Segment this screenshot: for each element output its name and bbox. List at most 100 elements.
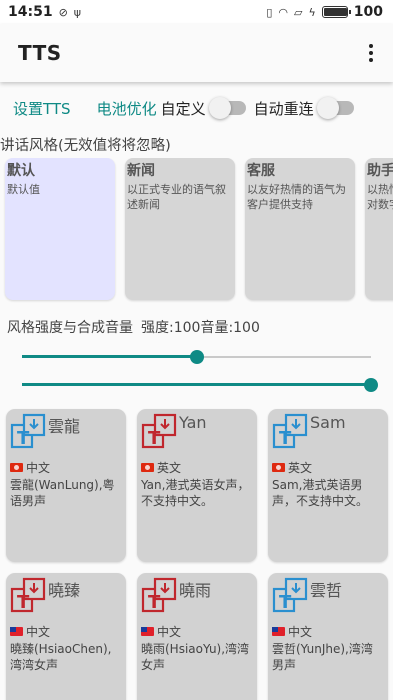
tts-voice-icon: T xyxy=(10,577,46,615)
voice-language: 英文 xyxy=(141,459,253,476)
voice-language: 中文 xyxy=(10,623,122,640)
tts-voice-icon: T xyxy=(141,413,177,451)
voice-language-label: 中文 xyxy=(26,625,51,639)
auto-reconnect-toggle[interactable] xyxy=(316,97,354,119)
style-section-label: 讲话风格(无效值将将忽略) xyxy=(0,138,171,154)
voice-card[interactable]: T 雲哲 中文 雲哲(YunJhe),湾湾男声 xyxy=(268,573,388,700)
strength-label: 风格强度与合成音量 xyxy=(7,320,133,336)
voice-description: Yan,港式英语女声，不支持中文。 xyxy=(141,478,250,508)
vibrate-icon: ▯ xyxy=(266,5,273,19)
style-strength-slider[interactable] xyxy=(22,343,371,371)
volume-slider[interactable] xyxy=(22,371,378,399)
sim-icon: ▱ xyxy=(294,5,303,19)
voice-name: 曉臻 xyxy=(48,581,81,600)
svg-text:T: T xyxy=(17,428,30,449)
overflow-menu-icon[interactable] xyxy=(367,38,375,68)
hong-kong-flag-icon xyxy=(141,463,154,472)
voice-card-header: T Sam xyxy=(272,413,384,455)
style-name: 新闻 xyxy=(127,163,155,179)
voice-language-label: 英文 xyxy=(157,461,182,475)
voice-description: 曉雨(HsiaoYu),湾湾女声 xyxy=(141,642,250,672)
tts-voice-icon: T xyxy=(141,577,177,615)
svg-text:T: T xyxy=(279,592,292,613)
voice-description: 曉臻(HsiaoChen),湾湾女声 xyxy=(10,642,112,672)
hong-kong-flag-icon xyxy=(10,463,23,472)
voice-name: Sam xyxy=(310,413,346,432)
strength-values: 强度:100音量:100 xyxy=(141,320,260,336)
custom-label: 自定义 xyxy=(160,99,206,118)
style-card-default[interactable]: 默认 默认值 xyxy=(5,158,115,300)
voice-card[interactable]: T 曉臻 中文 曉臻(HsiaoChen),湾湾女声 xyxy=(6,573,126,700)
voice-language: 英文 xyxy=(272,459,384,476)
voice-card-header: T 雲哲 xyxy=(272,577,384,619)
voice-card[interactable]: T 曉雨 中文 曉雨(HsiaoYu),湾湾女声 xyxy=(137,573,257,700)
taiwan-flag-icon xyxy=(141,627,154,636)
voice-language: 中文 xyxy=(272,623,384,640)
voice-name: 雲哲 xyxy=(310,581,343,600)
hong-kong-flag-icon xyxy=(272,463,285,472)
voice-language-label: 中文 xyxy=(288,625,313,639)
toggle-knob xyxy=(208,97,231,119)
slider-active-track xyxy=(22,383,371,386)
tts-voice-icon: T xyxy=(272,413,308,451)
status-bar: 14:51 ⊘ ψ ▯ ◠ ▱ ϟ 100 xyxy=(0,0,393,24)
voice-name: 雲龍 xyxy=(48,417,81,436)
voice-card[interactable]: T Yan 英文 Yan,港式英语女声，不支持中文。 xyxy=(137,409,257,562)
svg-text:T: T xyxy=(279,428,292,449)
taiwan-flag-icon xyxy=(10,627,23,636)
svg-text:T: T xyxy=(148,428,161,449)
battery-percent: 100 xyxy=(353,4,383,20)
style-desc: 以友好热情的语气为客户提供支持 xyxy=(247,183,346,211)
voice-card[interactable]: T 雲龍 中文 雲龍(WanLung),粤语男声 xyxy=(6,409,126,562)
voice-card-header: T 曉雨 xyxy=(141,577,253,619)
voice-description: 雲哲(YunJhe),湾湾男声 xyxy=(272,642,373,672)
options-row: 设置TTS 电池优化 自定义 自动重连 xyxy=(0,82,393,134)
voice-name: Yan xyxy=(179,413,207,432)
status-time: 14:51 xyxy=(8,4,53,20)
style-list: 默认 默认值 新闻 以正式专业的语气叙述新闻 客服 以友好热情的语气为客户提供支… xyxy=(0,158,393,303)
style-card-customer-service[interactable]: 客服 以友好热情的语气为客户提供支持 xyxy=(245,158,355,300)
app-title: TTS xyxy=(18,41,62,65)
voice-language-label: 中文 xyxy=(26,461,51,475)
voice-language-label: 中文 xyxy=(157,625,182,639)
battery-optimization-link[interactable]: 电池优化 xyxy=(97,98,157,119)
tts-voice-icon: T xyxy=(272,577,308,615)
voice-description: 雲龍(WanLung),粤语男声 xyxy=(10,478,115,508)
settings-tts-link[interactable]: 设置TTS xyxy=(13,98,71,119)
taiwan-flag-icon xyxy=(272,627,285,636)
charging-icon: ϟ xyxy=(308,5,316,19)
voice-grid: T 雲龍 中文 雲龍(WanLung),粤语男声 T Yan 英文 Yan,港式… xyxy=(0,399,393,700)
style-name: 客服 xyxy=(247,163,275,179)
auto-reconnect-label: 自动重连 xyxy=(253,99,314,118)
voice-language: 中文 xyxy=(141,623,253,640)
voice-card-header: T 雲龍 xyxy=(10,413,122,455)
style-desc: 以正式专业的语气叙述新闻 xyxy=(127,183,226,211)
slider-active-track xyxy=(22,355,197,358)
style-name: 助手 xyxy=(367,163,393,179)
voice-language-label: 英文 xyxy=(288,461,313,475)
voice-name: 曉雨 xyxy=(179,581,212,600)
slider-thumb[interactable] xyxy=(189,350,204,364)
sync-icon: ⊘ xyxy=(58,5,68,19)
style-name: 默认 xyxy=(7,163,35,179)
style-card-assistant[interactable]: 助手 以热情而轻松的语气对数字 xyxy=(365,158,393,300)
slider-thumb[interactable] xyxy=(364,378,378,392)
strength-row: 风格强度与合成音量 强度:100音量:100 xyxy=(0,303,393,343)
style-desc: 以热情而轻松的语气对数字 xyxy=(367,183,393,211)
custom-toggle[interactable] xyxy=(208,97,246,119)
voice-language: 中文 xyxy=(10,459,122,476)
toggle-knob xyxy=(316,97,339,119)
voice-card-header: T Yan xyxy=(141,413,253,455)
voice-card-header: T 曉臻 xyxy=(10,577,122,619)
battery-icon xyxy=(321,6,351,18)
style-desc: 默认值 xyxy=(7,183,40,196)
wifi-icon: ◠ xyxy=(278,5,289,19)
svg-text:T: T xyxy=(17,592,30,613)
svg-text:T: T xyxy=(148,592,161,613)
tts-voice-icon: T xyxy=(10,413,46,451)
app-bar: TTS xyxy=(0,24,393,82)
usb-icon: ψ xyxy=(73,5,82,19)
style-card-news[interactable]: 新闻 以正式专业的语气叙述新闻 xyxy=(125,158,235,300)
voice-card[interactable]: T Sam 英文 Sam,港式英语男声，不支持中文。 xyxy=(268,409,388,562)
voice-description: Sam,港式英语男声，不支持中文。 xyxy=(272,478,369,508)
